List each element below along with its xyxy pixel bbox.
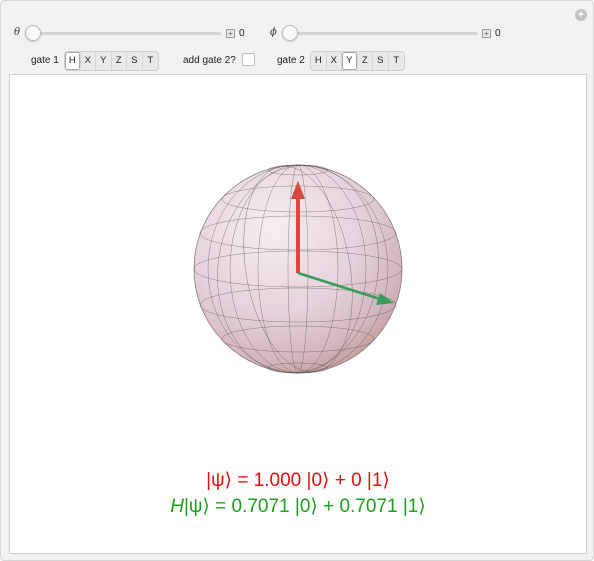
- transformed-state-equation: H|ψ⟩ = 0.7071 |0⟩ + 0.7071 |1⟩: [10, 495, 586, 518]
- phi-expand-icon[interactable]: +: [482, 29, 491, 38]
- gate2-button-bar: HXYZST: [310, 51, 405, 71]
- theta-symbol: θ: [14, 27, 21, 38]
- gate1-button-s[interactable]: S: [127, 52, 143, 70]
- gate1-button-t[interactable]: T: [143, 52, 159, 70]
- phi-value: 0: [495, 28, 501, 39]
- theta-slider-track: [29, 32, 221, 35]
- transformed-state-text: |ψ⟩ = 0.7071 |0⟩ + 0.7071 |1⟩: [183, 496, 426, 517]
- phi-slider[interactable]: [282, 25, 478, 41]
- gate2-button-t[interactable]: T: [389, 52, 405, 70]
- gate2-button-h[interactable]: H: [311, 52, 327, 70]
- slider-row: θ + 0 ϕ + 0: [1, 25, 593, 43]
- phi-slider-thumb[interactable]: [282, 25, 298, 41]
- gate1-button-x[interactable]: X: [81, 52, 96, 70]
- add-gate2-label: add gate 2?: [183, 55, 236, 66]
- gate1-button-z[interactable]: Z: [112, 52, 127, 70]
- gate-row: gate 1 HXYZST add gate 2? gate 2 HXYZST: [1, 51, 593, 71]
- expand-options-icon[interactable]: +: [575, 9, 587, 21]
- theta-value: 0: [239, 28, 245, 39]
- manipulate-frame: + θ + 0 ϕ + 0 gate 1 HXYZST add gate 2? …: [0, 0, 594, 561]
- gate2-button-x[interactable]: X: [327, 52, 342, 70]
- output-panel: |ψ⟩ = 1.000 |0⟩ + 0 |1⟩ H|ψ⟩ = 0.7071 |0…: [9, 74, 587, 554]
- theta-slider-thumb[interactable]: [25, 25, 41, 41]
- gate2-button-z[interactable]: Z: [358, 52, 373, 70]
- gate2-button-s[interactable]: S: [373, 52, 389, 70]
- gate2-label: gate 2: [277, 55, 305, 66]
- gate1-button-h[interactable]: H: [65, 52, 81, 70]
- gate1-label: gate 1: [31, 55, 59, 66]
- gate1-button-bar: HXYZST: [64, 51, 159, 71]
- gate1-button-y[interactable]: Y: [96, 52, 112, 70]
- gate2-button-y[interactable]: Y: [342, 52, 358, 70]
- phi-symbol: ϕ: [270, 27, 277, 38]
- add-gate2-checkbox[interactable]: [242, 53, 255, 66]
- gate-symbol: H: [170, 496, 184, 517]
- theta-slider[interactable]: [25, 25, 221, 41]
- theta-expand-icon[interactable]: +: [226, 29, 235, 38]
- phi-slider-track: [286, 32, 478, 35]
- state-equation: |ψ⟩ = 1.000 |0⟩ + 0 |1⟩: [206, 470, 390, 491]
